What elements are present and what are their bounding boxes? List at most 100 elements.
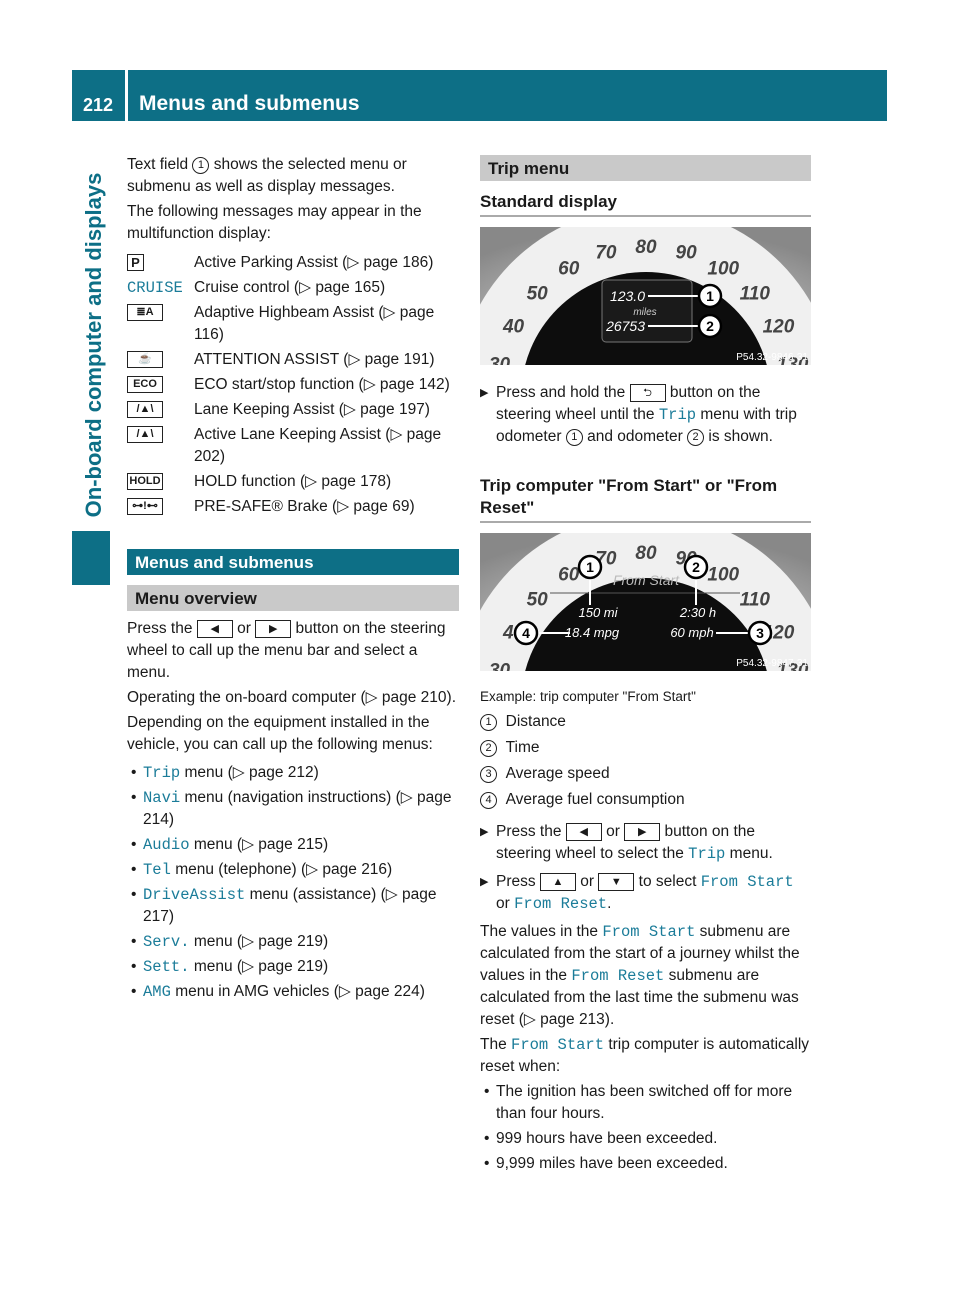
section-title-trip: Trip menu (480, 155, 811, 181)
coffee-cup-icon: ☕ (127, 351, 163, 369)
callout-1: 1 (192, 157, 210, 174)
menu-item: Trip menu (▷ page 212) (127, 762, 459, 784)
message-text: ECO start/stop function (▷ page 142) (194, 376, 450, 393)
gauge-tick-label: 80 (635, 543, 657, 564)
side-tab-marker (72, 531, 110, 585)
manual-page: 212 Menus and submenus On-board computer… (0, 0, 960, 1302)
svg-text:4: 4 (522, 625, 530, 641)
down-arrow-button-icon: ▼ (598, 872, 635, 891)
subsection-title: Menu overview (127, 585, 459, 611)
legend-item: 1 Distance (480, 711, 811, 733)
standard-display-heading: Standard display (480, 191, 811, 217)
message-item: /▲\ Lane Keeping Assist (▷ page 197) (127, 399, 459, 421)
gauge-tick-label: 120 (763, 317, 795, 338)
figure-caption: Example: trip computer "From Start" (480, 689, 696, 704)
message-item: ⊶!⊷ PRE-SAFE® Brake (▷ page 69) (127, 496, 459, 518)
distance-value: 150 mi (578, 605, 618, 620)
gauge-tick-label: 100 (707, 564, 739, 585)
menu-item: AMG menu in AMG vehicles (▷ page 224) (127, 981, 459, 1003)
message-text: Active Parking Assist (▷ page 186) (194, 254, 434, 271)
figure-code: P54.32-9847-31 (736, 658, 808, 669)
menu-item: Audio menu (▷ page 215) (127, 834, 459, 856)
gauge-tick-label: 100 (707, 258, 739, 279)
message-item: HOLD HOLD function (▷ page 178) (127, 471, 459, 493)
adaptive-highbeam-icon: ≣A (127, 304, 163, 322)
values-text: The values in the From Start submenu are… (480, 923, 800, 1028)
message-item: /▲\ Active Lane Keeping Assist (▷ page 20… (127, 424, 459, 468)
section-title: Menus and submenus (127, 549, 459, 575)
message-text: PRE-SAFE® Brake (▷ page 69) (194, 498, 415, 515)
right-column: Trip menu Standard display 2030405060708… (456, 155, 836, 1178)
operating-text: Operating the on-board computer (▷ page … (127, 689, 457, 706)
figure-trip-computer: 2030405060708090100110120130140 From Sta… (456, 513, 836, 893)
callout-legend: 1 Distance 2 Time 3 Average speed 4 Average… (480, 711, 811, 811)
menu-item: DriveAssist menu (assistance) (▷ page 21… (127, 884, 459, 928)
gauge-tick-label: 50 (527, 590, 549, 611)
message-text: HOLD function (▷ page 178) (194, 473, 392, 490)
page-number: 212 (72, 70, 125, 121)
gauge-tick-label: 30 (489, 661, 511, 671)
menu-item: Serv. menu (▷ page 219) (127, 931, 459, 953)
gauge-tick-label: 70 (595, 242, 617, 263)
figure-code: P54.32-9846-31 (736, 352, 808, 363)
message-text: Active Lane Keeping Assist (▷ page 202) (194, 426, 442, 465)
press-instruction: Press the ◀ or ▶ button on the steering … (127, 619, 446, 681)
gauge-tick-label: 60 (558, 258, 580, 279)
gauge-tick-label: 40 (502, 317, 525, 338)
legend-item: 3 Average speed (480, 763, 811, 785)
hold-icon: HOLD (127, 473, 163, 491)
lane-keeping-icon: /▲\ (127, 401, 163, 419)
gauge-tick-label: 90 (676, 242, 698, 263)
reset-text: The From Start trip computer is automati… (480, 1036, 810, 1075)
pre-safe-brake-icon: ⊶!⊷ (127, 498, 163, 516)
message-item: ECO ECO start/stop function (▷ page 142) (127, 374, 459, 396)
message-item: ☕ ATTENTION ASSIST (▷ page 191) (127, 349, 459, 371)
side-tab: On-board computer and displays (81, 172, 106, 518)
message-text: ATTENTION ASSIST (▷ page 191) (194, 351, 435, 368)
svg-text:2: 2 (692, 559, 700, 575)
figure-standard-display: 2030405060708090100110120130140 123.0 mi… (456, 207, 836, 587)
page-header: Menus and submenus (128, 70, 887, 121)
reset-condition: 9,999 miles have been exceeded. (480, 1153, 811, 1175)
menu-item: Tel menu (telephone) (▷ page 216) (127, 859, 459, 881)
left-arrow-button-icon: ◀ (196, 619, 233, 638)
menu-list: Trip menu (▷ page 212) Navi menu (navigat… (127, 762, 459, 1003)
message-text: Lane Keeping Assist (▷ page 197) (194, 401, 430, 418)
message-text: Cruise control (▷ page 165) (194, 279, 386, 296)
unit-label: miles (633, 307, 656, 318)
speed-value: 60 mph (670, 625, 713, 640)
legend-item: 2 Time (480, 737, 811, 759)
gauge-tick-label: 110 (740, 284, 771, 305)
legend-item: 4 Average fuel consumption (480, 789, 811, 811)
intro-text-2: The following messages may appear in the… (127, 203, 422, 242)
right-arrow-button-icon: ▶ (255, 619, 292, 638)
time-value: 2:30 h (679, 605, 716, 620)
menu-item: Navi menu (navigation instructions) (▷ p… (127, 787, 459, 831)
gauge-tick-label: 110 (740, 590, 771, 611)
depending-text: Depending on the equipment installed in … (127, 714, 433, 753)
message-item: ≣A Adaptive Highbeam Assist (▷ page 116) (127, 302, 459, 346)
reset-conditions: The ignition has been switched off for m… (480, 1081, 811, 1175)
gauge-tick-label: 30 (489, 355, 511, 365)
svg-text:1: 1 (586, 559, 594, 575)
svg-text:3: 3 (756, 625, 764, 641)
message-item: CRUISE Cruise control (▷ page 165) (127, 277, 459, 299)
gauge-tick-label: 80 (635, 237, 657, 258)
cruise-text: CRUISE (127, 279, 183, 297)
svg-text:1: 1 (706, 288, 714, 304)
lane-keeping-icon: /▲\ (127, 426, 163, 444)
active-parking-assist-icon: P (127, 254, 144, 272)
step-select-trip: Press the ◀ or ▶ button on the steering … (480, 821, 811, 865)
page-title: Menus and submenus (139, 92, 360, 115)
reset-condition: 999 hours have been exceeded. (480, 1128, 811, 1150)
menu-item: Sett. menu (▷ page 219) (127, 956, 459, 978)
up-arrow-button-icon: ▲ (539, 872, 576, 891)
odometer-value: 26753 (605, 318, 645, 334)
trip-computer-heading: Trip computer "From Start" or "From Rese… (480, 475, 811, 523)
trip-odometer-value: 123.0 (610, 288, 645, 304)
eco-icon: ECO (127, 376, 163, 394)
fuel-value: 18.4 mpg (565, 625, 620, 640)
svg-text:2: 2 (706, 318, 714, 334)
step-press-hold: Press and hold the ⮌ button on the steer… (480, 382, 811, 448)
message-item: P Active Parking Assist (▷ page 186) (127, 252, 459, 274)
